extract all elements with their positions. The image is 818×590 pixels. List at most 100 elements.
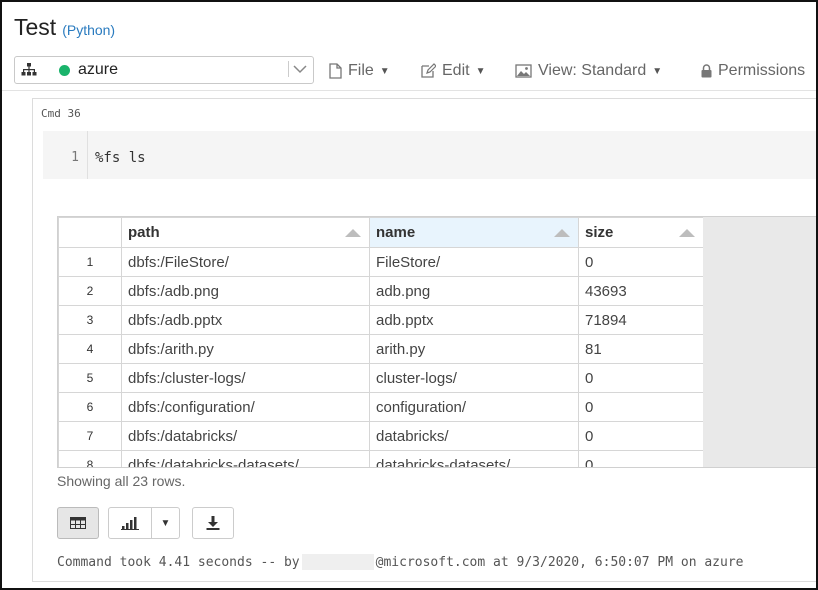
edit-icon bbox=[421, 63, 436, 78]
download-button[interactable] bbox=[192, 507, 234, 539]
cell-path: dbfs:/FileStore/ bbox=[121, 247, 370, 277]
notebook-cell[interactable]: Cmd 36 1 %fs ls path name size 1 dbfs:/F… bbox=[32, 98, 816, 582]
notebook-title[interactable]: Test (Python) bbox=[14, 14, 115, 41]
edit-menu[interactable]: Edit ▼ bbox=[420, 62, 485, 80]
chart-view-button[interactable] bbox=[109, 508, 152, 538]
caret-down-icon: ▼ bbox=[379, 65, 390, 77]
column-header-label: name bbox=[376, 224, 416, 241]
file-menu[interactable]: File ▼ bbox=[329, 62, 390, 80]
file-menu-label: File bbox=[348, 62, 374, 79]
cell-size: 0 bbox=[578, 247, 704, 277]
footer-suffix: @microsoft.com at 9/3/2020, 6:50:07 PM o… bbox=[375, 554, 744, 570]
image-icon bbox=[515, 64, 532, 78]
cell-path: dbfs:/adb.pptx bbox=[121, 305, 370, 335]
cell-size: 43693 bbox=[578, 276, 704, 306]
table-row: 3 dbfs:/adb.pptx adb.pptx 71894 bbox=[58, 305, 704, 335]
chevron-down-icon bbox=[293, 65, 307, 74]
sort-icon[interactable] bbox=[345, 229, 361, 237]
sort-icon[interactable] bbox=[679, 229, 695, 237]
cluster-name: azure bbox=[78, 61, 119, 78]
divider bbox=[288, 61, 289, 77]
cell-name: adb.png bbox=[369, 276, 579, 306]
results-table-container[interactable]: path name size 1 dbfs:/FileStore/ FileSt… bbox=[57, 216, 816, 468]
row-number: 1 bbox=[58, 247, 122, 277]
caret-down-icon: ▼ bbox=[652, 65, 663, 77]
notebook-language: (Python) bbox=[62, 22, 116, 38]
cell-size: 0 bbox=[578, 392, 704, 422]
table-header-row: path name size bbox=[58, 217, 704, 248]
table-icon bbox=[70, 517, 86, 529]
cluster-selector[interactable]: azure bbox=[14, 56, 314, 84]
notebook-window: Test (Python) azure File ▼ Edit ▼ View: … bbox=[0, 0, 818, 590]
cell-name: arith.py bbox=[369, 334, 579, 364]
bar-chart-icon bbox=[120, 517, 139, 530]
command-footer: Command took 4.41 seconds -- by @microso… bbox=[57, 554, 744, 570]
row-count-text: Showing all 23 rows. bbox=[57, 473, 186, 489]
cluster-status-dot bbox=[59, 64, 70, 76]
row-number: 7 bbox=[58, 421, 122, 451]
table-view-button[interactable] bbox=[57, 507, 99, 539]
redacted-username bbox=[301, 554, 374, 570]
sort-icon[interactable] bbox=[554, 229, 570, 237]
permissions-button[interactable]: Permissions bbox=[701, 62, 805, 80]
cell-name: cluster-logs/ bbox=[369, 363, 579, 393]
cluster-dropdown-toggle[interactable] bbox=[288, 61, 307, 77]
cell-size: 0 bbox=[578, 421, 704, 451]
download-icon bbox=[206, 516, 220, 530]
cmd-label: Cmd 36 bbox=[41, 107, 81, 120]
cell-path: dbfs:/databricks/ bbox=[121, 421, 370, 451]
line-gutter: 1 bbox=[43, 131, 88, 179]
cell-size: 71894 bbox=[578, 305, 704, 335]
chart-button-group[interactable]: ▼ bbox=[108, 507, 180, 539]
cell-path: dbfs:/adb.png bbox=[121, 276, 370, 306]
lock-icon bbox=[701, 64, 712, 78]
table-empty-area bbox=[703, 217, 816, 467]
column-header-label: path bbox=[128, 224, 160, 241]
view-menu[interactable]: View: Standard ▼ bbox=[515, 62, 662, 80]
caret-down-icon: ▼ bbox=[475, 65, 486, 77]
cell-name: configuration/ bbox=[369, 392, 579, 422]
results-table: path name size 1 dbfs:/FileStore/ FileSt… bbox=[58, 217, 704, 467]
view-menu-label: View: Standard bbox=[538, 62, 647, 79]
cell-name: adb.pptx bbox=[369, 305, 579, 335]
code-editor[interactable]: 1 %fs ls bbox=[43, 131, 816, 179]
cell-name: databricks-datasets/ bbox=[369, 450, 579, 467]
table-row: 5 dbfs:/cluster-logs/ cluster-logs/ 0 bbox=[58, 363, 704, 393]
cell-name: databricks/ bbox=[369, 421, 579, 451]
table-row: 7 dbfs:/databricks/ databricks/ 0 bbox=[58, 421, 704, 451]
table-row: 1 dbfs:/FileStore/ FileStore/ 0 bbox=[58, 247, 704, 277]
permissions-label: Permissions bbox=[718, 62, 806, 79]
row-number: 3 bbox=[58, 305, 122, 335]
caret-down-icon: ▼ bbox=[160, 517, 171, 529]
cell-size: 81 bbox=[578, 334, 704, 364]
cell-path: dbfs:/arith.py bbox=[121, 334, 370, 364]
cell-name: FileStore/ bbox=[369, 247, 579, 277]
column-header-label: size bbox=[585, 224, 614, 241]
cell-path: dbfs:/configuration/ bbox=[121, 392, 370, 422]
row-number: 4 bbox=[58, 334, 122, 364]
cell-size: 0 bbox=[578, 450, 704, 467]
row-number: 2 bbox=[58, 276, 122, 306]
edit-menu-label: Edit bbox=[442, 62, 470, 79]
chart-options-dropdown[interactable]: ▼ bbox=[152, 508, 179, 538]
file-icon bbox=[329, 63, 342, 79]
footer-prefix: Command took 4.41 seconds -- by bbox=[57, 554, 300, 570]
table-row: 2 dbfs:/adb.png adb.png 43693 bbox=[58, 276, 704, 306]
cell-path: dbfs:/cluster-logs/ bbox=[121, 363, 370, 393]
line-number: 1 bbox=[71, 150, 79, 165]
cluster-tree-icon bbox=[15, 63, 43, 77]
row-number: 6 bbox=[58, 392, 122, 422]
table-row: 8 dbfs:/databricks-datasets/ databricks-… bbox=[58, 450, 704, 467]
cell-size: 0 bbox=[578, 363, 704, 393]
column-header-size[interactable]: size bbox=[578, 217, 704, 248]
notebook-title-text: Test bbox=[14, 14, 57, 40]
cell-path: dbfs:/databricks-datasets/ bbox=[121, 450, 370, 467]
row-number: 5 bbox=[58, 363, 122, 393]
table-row: 4 dbfs:/arith.py arith.py 81 bbox=[58, 334, 704, 364]
header-divider bbox=[2, 90, 816, 91]
row-number-header bbox=[58, 217, 122, 248]
column-header-path[interactable]: path bbox=[121, 217, 370, 248]
column-header-name[interactable]: name bbox=[369, 217, 579, 248]
code-line[interactable]: %fs ls bbox=[95, 150, 146, 166]
table-row: 6 dbfs:/configuration/ configuration/ 0 bbox=[58, 392, 704, 422]
